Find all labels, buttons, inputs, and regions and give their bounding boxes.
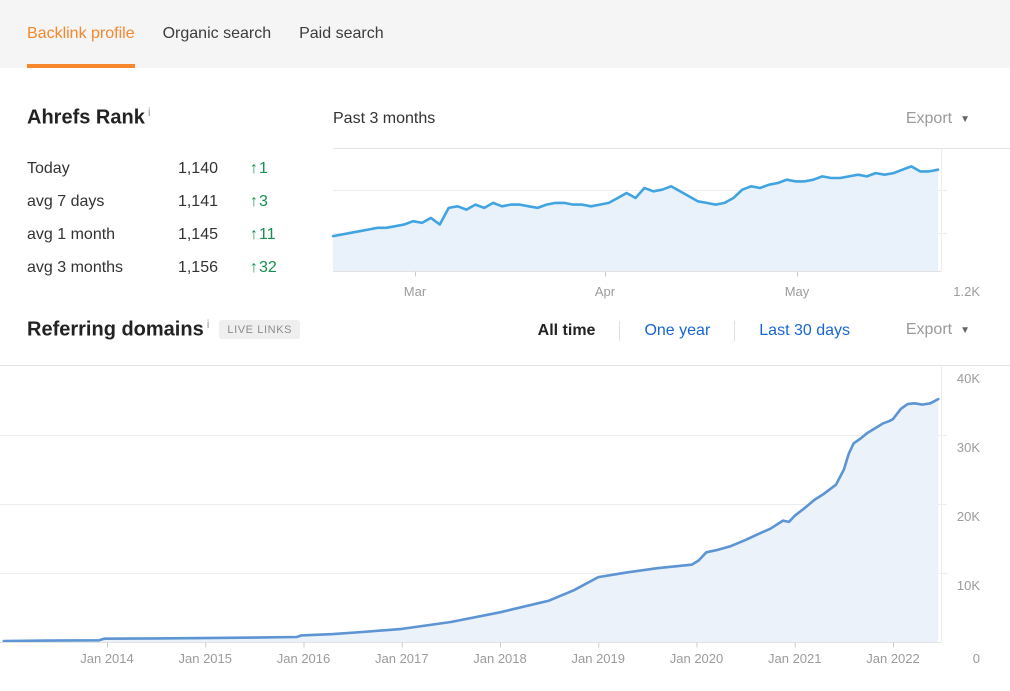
filter-divider [619,321,620,341]
time-range-filters: All time One year Last 30 days [538,321,850,341]
filter-divider [734,321,735,341]
filter-all-time[interactable]: All time [538,322,596,340]
tab-organic-search[interactable]: Organic search [163,0,272,68]
area-fill [333,166,938,271]
filter-last-30-days[interactable]: Last 30 days [759,322,850,340]
x-tick-label: May [785,284,810,299]
export-label: Export [906,321,952,338]
backlink-profile-page: Backlink profile Organic search Paid sea… [0,0,1010,691]
tab-label: Backlink profile [27,25,135,43]
export-dropdown-referring[interactable]: Export ▼ [906,321,970,339]
y-tick-label: 40K [957,371,980,386]
ahrefs-rank-chart: Mar Apr May 1.2K [0,145,1010,305]
x-tick-label: Jan 2018 [473,651,527,666]
chevron-down-icon: ▼ [960,325,970,336]
y-tick-label: 0 [973,651,980,666]
x-tick-label: Jan 2017 [375,651,429,666]
tab-label: Organic search [163,25,272,43]
x-tick-label: Jan 2015 [179,651,233,666]
x-tick-label: Jan 2019 [572,651,626,666]
export-label: Export [906,110,952,127]
y-tick-label: 30K [957,440,980,455]
x-tick-label: Jan 2021 [768,651,822,666]
export-dropdown-rank[interactable]: Export ▼ [906,110,970,128]
x-tick-label: Jan 2020 [670,651,724,666]
filter-one-year[interactable]: One year [644,322,710,340]
referring-domains-chart: Jan 2014 Jan 2015 Jan 2016 Jan 2017 Jan 2018… [0,360,1010,691]
x-tick-label: Mar [404,284,427,299]
active-tab-underline [27,64,135,68]
tab-label: Paid search [299,25,384,43]
x-tick-label: Jan 2022 [866,651,920,666]
info-icon[interactable]: i [207,317,210,331]
y-tick-label: 10K [957,578,980,593]
info-icon[interactable]: i [148,105,151,119]
tab-paid-search[interactable]: Paid search [299,0,384,68]
x-tick-label: Jan 2014 [80,651,134,666]
x-tick-label: Jan 2016 [277,651,331,666]
tab-bar: Backlink profile Organic search Paid sea… [0,0,1010,68]
tab-backlink-profile[interactable]: Backlink profile [27,0,135,68]
x-tick-label: Apr [595,284,616,299]
y-tick-label: 1.2K [953,284,980,299]
chevron-down-icon: ▼ [960,114,970,125]
ahrefs-rank-title: Ahrefs Ranki [27,105,150,130]
y-tick-label: 20K [957,509,980,524]
referring-domains-title: Referring domainsiLIVE LINKS [27,317,300,342]
live-links-badge: LIVE LINKS [219,320,300,339]
rank-chart-period-label: Past 3 months [333,110,435,128]
